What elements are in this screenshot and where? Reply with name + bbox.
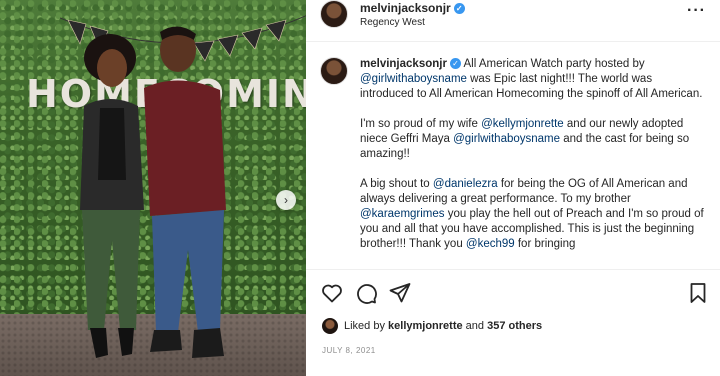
caption-text-run: for bringing: [514, 238, 576, 250]
bookmark-icon[interactable]: [686, 281, 710, 305]
action-bar: [306, 279, 720, 309]
caption-area: melvinjacksonjr ✓ All American Watch part…: [306, 43, 720, 270]
likes-summary: Liked by kellymjonrette and 357 others: [322, 318, 542, 338]
post-date[interactable]: JULY 8, 2021: [322, 346, 376, 355]
post-photo[interactable]: HOMECOMING ›: [0, 0, 306, 376]
header-username-row[interactable]: melvinjacksonjr ✓: [360, 1, 465, 15]
caption-text-run: A big shout to: [360, 178, 433, 190]
caption-paragraph-1: melvinjacksonjr ✓ All American Watch part…: [360, 57, 705, 102]
post-sidebar: melvinjacksonjr ✓ Regency West ··· melvin…: [306, 0, 720, 376]
mention-link[interactable]: @kech99: [466, 238, 515, 250]
more-options-button[interactable]: ···: [687, 2, 706, 20]
mention-link[interactable]: @girlwithaboysname: [360, 73, 467, 85]
header-username[interactable]: melvinjacksonjr: [360, 1, 451, 15]
caption-username[interactable]: melvinjacksonjr: [360, 58, 447, 70]
location-link[interactable]: Regency West: [360, 17, 425, 28]
comment-icon[interactable]: [354, 281, 378, 305]
mention-link[interactable]: @kellymjonrette: [481, 118, 564, 130]
heart-icon[interactable]: [320, 281, 344, 305]
couple-figure: [80, 26, 226, 358]
caption-paragraph-2: I'm so proud of my wife @kellymjonrette …: [360, 117, 705, 162]
verified-badge-icon: ✓: [453, 3, 465, 14]
mention-link[interactable]: @karaemgrimes: [360, 208, 445, 220]
avatar[interactable]: [320, 0, 348, 28]
verified-badge-icon: ✓: [449, 58, 461, 69]
likes-middle: and: [462, 319, 488, 332]
caption-text-run: I'm so proud of my wife: [360, 118, 482, 130]
mention-link[interactable]: @girlwithaboysname: [453, 133, 560, 145]
likes-count-link[interactable]: 357 others: [487, 320, 542, 332]
carousel-next-button[interactable]: ›: [276, 190, 296, 210]
liker-username[interactable]: kellymjonrette: [388, 320, 463, 332]
caption-text-run: All American Watch party hosted by: [463, 58, 645, 70]
mention-link[interactable]: @danielezra: [433, 178, 498, 190]
likes-prefix: Liked by: [344, 319, 389, 332]
liker-avatar[interactable]: [322, 318, 338, 334]
caption-paragraph-3: A big shout to @danielezra for being the…: [360, 177, 705, 252]
caption-avatar[interactable]: [320, 57, 348, 85]
share-icon[interactable]: [388, 281, 412, 305]
post-header: melvinjacksonjr ✓ Regency West ···: [306, 0, 720, 42]
caption-text: melvinjacksonjr ✓ All American Watch part…: [360, 57, 705, 267]
